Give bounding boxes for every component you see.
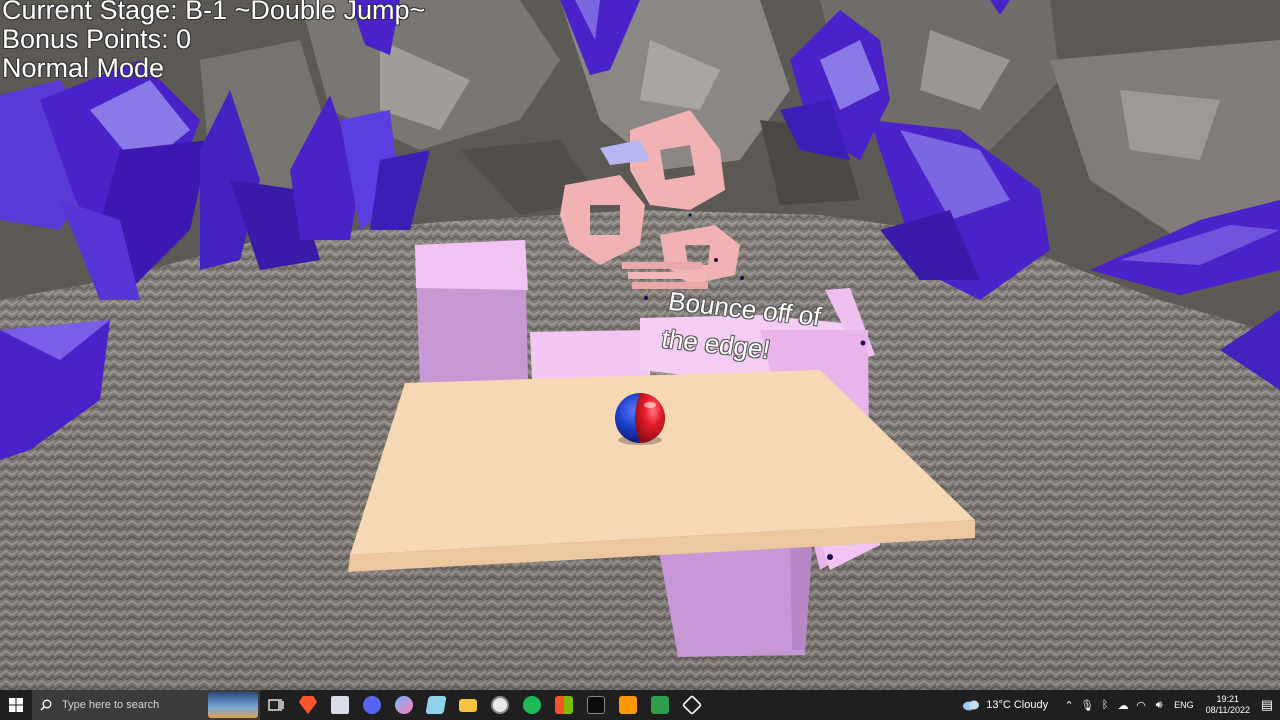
taskbar-app-brave[interactable] xyxy=(292,690,324,720)
taskbar-app-unity[interactable] xyxy=(676,690,708,720)
taskbar-app-notepad[interactable] xyxy=(420,690,452,720)
taskbar-app-store[interactable] xyxy=(548,690,580,720)
hint-sign: Bounce off of the edge! xyxy=(659,282,824,373)
task-view-icon xyxy=(268,699,284,711)
windows-logo-icon xyxy=(9,698,23,712)
game-viewport[interactable]: Current Stage: B-1 ~Double Jump~ Bonus P… xyxy=(0,0,1280,690)
paint-icon xyxy=(395,696,413,714)
player-ball xyxy=(615,393,665,445)
start-button[interactable] xyxy=(0,690,32,720)
onedrive-icon[interactable]: ☁ xyxy=(1115,699,1131,712)
taskbar-app-paint[interactable] xyxy=(388,690,420,720)
store-icon xyxy=(555,696,573,714)
notepad-icon xyxy=(425,696,447,714)
show-hidden-icons-icon[interactable]: ⌃ xyxy=(1061,699,1077,712)
wifi-icon[interactable]: ◠ xyxy=(1133,699,1149,712)
taskbar-app-explorer[interactable] xyxy=(452,690,484,720)
discord-icon xyxy=(363,696,381,714)
taskbar-app-greenshot[interactable] xyxy=(644,690,676,720)
bonus-points-label: Bonus Points: 0 xyxy=(2,24,192,54)
greenshot-icon xyxy=(651,696,669,714)
search-icon xyxy=(40,699,52,711)
windows-taskbar: 13°C Cloudy ⌃ 🎙︎ ᛒ ☁ ◠ 🔊︎ ENG 19:21 08/1… xyxy=(0,690,1280,720)
clock-app-icon xyxy=(491,696,509,714)
scene-render xyxy=(0,0,1280,690)
system-tray: 13°C Cloudy ⌃ 🎙︎ ᛒ ☁ ◠ 🔊︎ ENG 19:21 08/1… xyxy=(962,690,1280,720)
unity-icon xyxy=(681,694,703,716)
taskbar-app-files[interactable] xyxy=(324,690,356,720)
bluetooth-icon[interactable]: ᛒ xyxy=(1097,699,1113,711)
spotify-icon xyxy=(523,696,541,714)
taskbar-app-discord[interactable] xyxy=(356,690,388,720)
files-icon xyxy=(331,696,349,714)
taskbar-app-spotify[interactable] xyxy=(516,690,548,720)
current-stage-label: Current Stage: B-1 ~Double Jump~ xyxy=(2,0,426,25)
language-indicator[interactable]: ENG xyxy=(1174,700,1194,710)
sublime-icon xyxy=(619,696,637,714)
hud-overlay: Current Stage: B-1 ~Double Jump~ Bonus P… xyxy=(2,0,425,83)
search-input[interactable] xyxy=(60,698,214,712)
microphone-icon[interactable]: 🎙︎ xyxy=(1079,699,1095,712)
volume-icon[interactable]: 🔊︎ xyxy=(1151,699,1167,712)
task-view-button[interactable] xyxy=(260,690,292,720)
brave-icon xyxy=(299,696,317,714)
taskbar-app-clock[interactable] xyxy=(484,690,516,720)
clock-time: 19:21 xyxy=(1216,694,1240,704)
taskbar-search[interactable] xyxy=(32,690,260,720)
folder-icon xyxy=(459,698,477,712)
search-highlight-icon xyxy=(208,692,258,718)
weather-widget[interactable]: 13°C Cloudy xyxy=(962,699,1048,711)
taskbar-app-sublime[interactable] xyxy=(612,690,644,720)
cloud-icon xyxy=(963,700,980,711)
notifications-icon[interactable]: ▤ xyxy=(1259,697,1275,713)
clock-date: 08/11/2022 xyxy=(1205,705,1250,715)
terminal-icon xyxy=(587,696,605,714)
game-mode-label: Normal Mode xyxy=(2,53,165,83)
weather-text: 13°C Cloudy xyxy=(986,699,1049,711)
taskbar-app-terminal[interactable] xyxy=(580,690,612,720)
clock[interactable]: 19:21 08/11/2022 xyxy=(1206,694,1250,716)
